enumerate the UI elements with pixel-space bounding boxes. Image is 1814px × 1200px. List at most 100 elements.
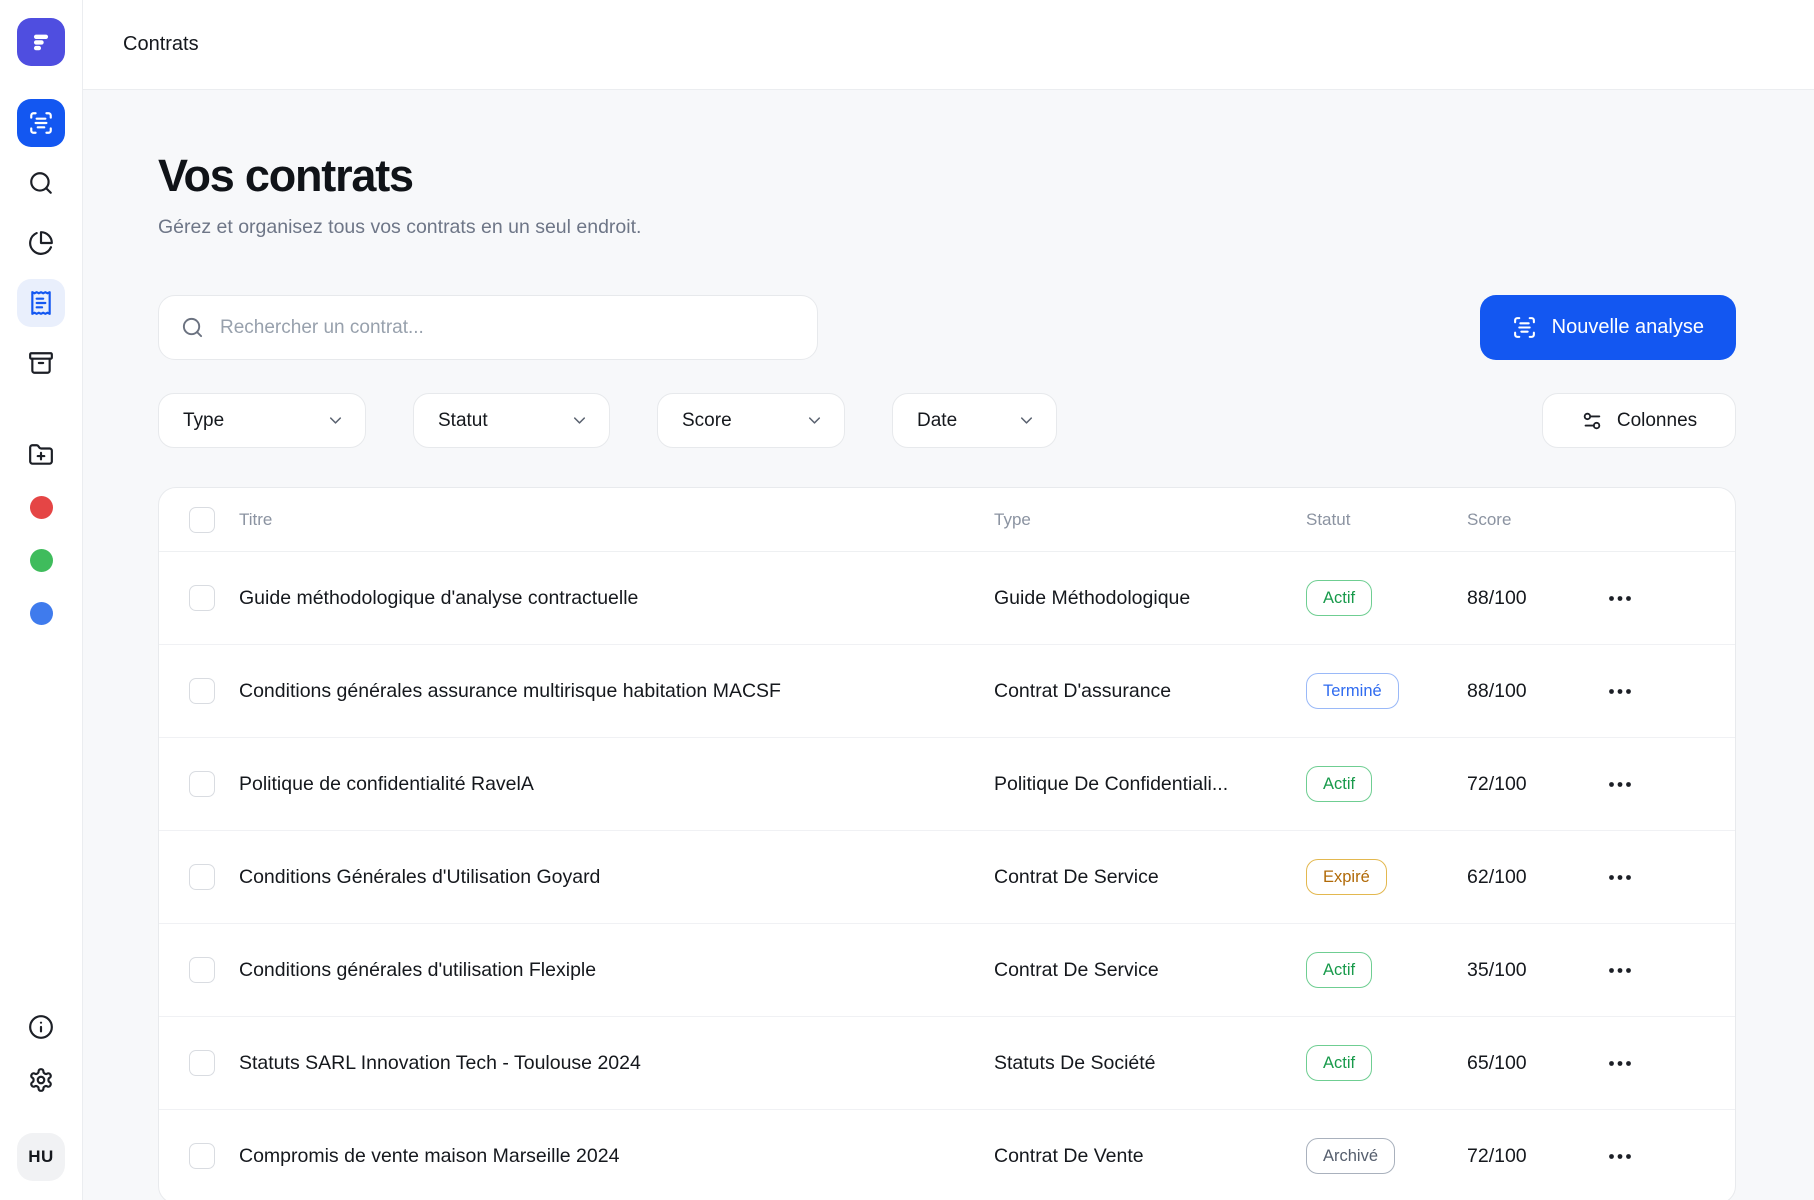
column-header-titre: Titre (239, 509, 273, 529)
table-row: Conditions Générales d'Utilisation Goyar… (159, 831, 1735, 924)
row-menu-button[interactable] (1608, 967, 1735, 974)
filters-row: Type Statut Score Date Colonnes (158, 393, 1736, 448)
table-header-row: Titre Type Statut Score (159, 488, 1735, 552)
row-score: 88/100 (1467, 586, 1527, 609)
search-icon (182, 317, 203, 338)
pie-chart-icon (29, 231, 53, 255)
row-checkbox[interactable] (189, 957, 215, 983)
table-row: Politique de confidentialité RavelA Poli… (159, 738, 1735, 831)
info-icon (29, 1015, 53, 1039)
row-checkbox[interactable] (189, 771, 215, 797)
sidebar-item-analytics[interactable] (17, 219, 65, 267)
row-type: Politique De Confidentiali... (994, 772, 1229, 795)
app-logo[interactable] (17, 18, 65, 66)
columns-button[interactable]: Colonnes (1542, 393, 1736, 448)
row-menu-button[interactable] (1608, 874, 1735, 881)
column-header-type: Type (994, 509, 1031, 529)
settings-button[interactable] (26, 1065, 56, 1095)
ellipsis-icon (1609, 967, 1631, 973)
row-menu-button[interactable] (1608, 781, 1735, 788)
row-menu-button[interactable] (1608, 1153, 1735, 1160)
filter-score[interactable]: Score (657, 393, 845, 448)
sidebar-item-scan[interactable] (17, 99, 65, 147)
row-checkbox[interactable] (189, 1143, 215, 1169)
status-badge: Archivé (1306, 1137, 1396, 1175)
row-checkbox[interactable] (189, 864, 215, 890)
search-icon (30, 172, 52, 194)
column-header-statut: Statut (1306, 509, 1351, 529)
user-avatar[interactable]: HU (17, 1133, 65, 1181)
row-checkbox[interactable] (189, 585, 215, 611)
ellipsis-icon (1609, 595, 1631, 601)
row-menu-button[interactable] (1608, 688, 1735, 695)
status-badge: Actif (1306, 1044, 1373, 1082)
filter-statut-label: Statut (438, 409, 488, 431)
filter-statut[interactable]: Statut (413, 393, 610, 448)
sidebar-nav (17, 99, 65, 387)
ellipsis-icon (1609, 688, 1631, 694)
select-all-checkbox[interactable] (189, 506, 215, 533)
sidebar-item-archive[interactable] (17, 339, 65, 387)
new-analysis-label: Nouvelle analyse (1551, 316, 1704, 338)
table-row: Conditions générales d'utilisation Flexi… (159, 924, 1735, 1017)
new-analysis-button[interactable]: Nouvelle analyse (1479, 295, 1736, 360)
filters-group: Type Statut Score Date (158, 393, 1542, 448)
receipt-icon (31, 291, 51, 315)
row-score: 62/100 (1467, 865, 1527, 888)
status-badge: Actif (1306, 951, 1373, 989)
ellipsis-icon (1609, 1153, 1631, 1159)
search-row: Nouvelle analyse (158, 295, 1736, 360)
status-dot-red[interactable] (29, 496, 53, 519)
folder-plus-icon (29, 444, 53, 465)
archive-icon (29, 352, 53, 374)
sidebar-item-new-folder[interactable] (17, 431, 65, 479)
row-title: Guide méthodologique d'analyse contractu… (239, 586, 639, 609)
status-dot-blue[interactable] (29, 602, 53, 625)
sidebar-item-contracts[interactable] (17, 279, 65, 327)
scan-text-icon (1513, 317, 1535, 338)
search-box (158, 295, 818, 360)
row-type: Contrat De Vente (994, 1144, 1144, 1167)
status-badge: Actif (1306, 765, 1373, 803)
info-button[interactable] (26, 1012, 56, 1042)
filter-date[interactable]: Date (892, 393, 1057, 448)
main-column: Contrats Vos contrats Gérez et organisez… (83, 0, 1814, 1200)
row-type: Contrat De Service (994, 958, 1159, 981)
filter-date-label: Date (917, 409, 958, 431)
status-dot-green[interactable] (29, 549, 53, 572)
chevron-down-icon (329, 417, 342, 424)
chevron-down-icon (808, 417, 821, 424)
status-badge: Actif (1306, 579, 1373, 617)
row-checkbox[interactable] (189, 678, 215, 704)
row-type: Guide Méthodologique (994, 586, 1191, 609)
gear-icon (30, 1068, 52, 1092)
table-row: Conditions générales assurance multirisq… (159, 645, 1735, 738)
filter-type-label: Type (183, 409, 225, 431)
row-score: 35/100 (1467, 958, 1527, 981)
table-row: Compromis de vente maison Marseille 2024… (159, 1110, 1735, 1200)
search-input[interactable] (220, 316, 795, 339)
row-type: Contrat De Service (994, 865, 1159, 888)
topbar: Contrats (83, 0, 1814, 90)
table-body: Guide méthodologique d'analyse contractu… (159, 552, 1735, 1200)
sidebar: HU (0, 0, 83, 1200)
page-title: Vos contrats (158, 150, 414, 201)
table-row: Statuts SARL Innovation Tech - Toulouse … (159, 1017, 1735, 1110)
contracts-table: Titre Type Statut Score Guide méthodolog… (158, 487, 1736, 1200)
brand-logo-icon (33, 34, 49, 51)
row-type: Statuts De Société (994, 1051, 1156, 1074)
columns-label: Colonnes (1616, 409, 1698, 431)
chevron-down-icon (1020, 417, 1033, 424)
column-header-score: Score (1467, 509, 1512, 529)
sidebar-item-search[interactable] (17, 159, 65, 207)
row-score: 72/100 (1467, 772, 1527, 795)
row-menu-button[interactable] (1608, 595, 1735, 602)
row-checkbox[interactable] (189, 1050, 215, 1076)
row-title: Statuts SARL Innovation Tech - Toulouse … (239, 1051, 641, 1074)
row-type: Contrat D'assurance (994, 679, 1172, 702)
breadcrumb: Contrats (123, 33, 199, 55)
filter-type[interactable]: Type (158, 393, 366, 448)
row-title: Conditions Générales d'Utilisation Goyar… (239, 865, 601, 888)
ellipsis-icon (1609, 874, 1631, 880)
row-menu-button[interactable] (1608, 1060, 1735, 1067)
